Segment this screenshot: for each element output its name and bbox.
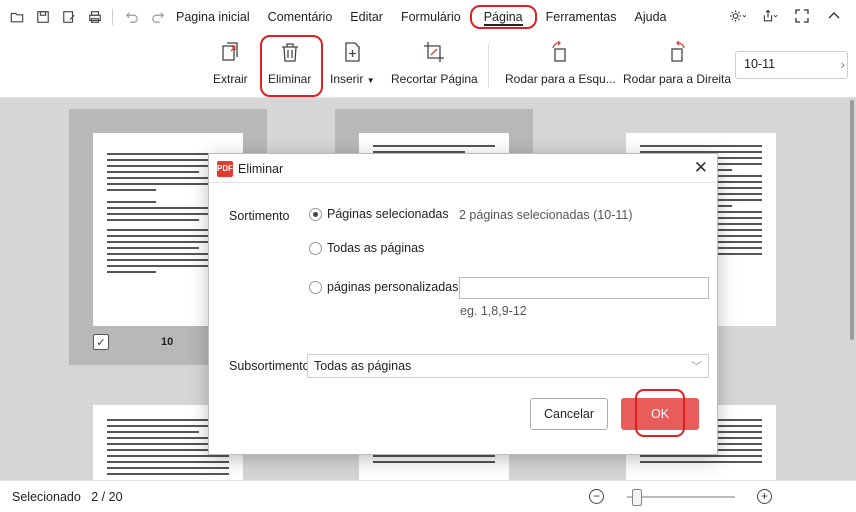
dialog-titlebar: PDF Eliminar ✕ xyxy=(209,154,717,183)
vertical-scrollbar[interactable] xyxy=(850,100,854,340)
extrair-button[interactable]: Extrair xyxy=(213,40,248,86)
selection-current: 2 xyxy=(91,490,99,504)
selection-total: 20 xyxy=(108,490,123,504)
rodar-esquerda-label: Rodar para a Esqu... xyxy=(505,72,616,86)
statusbar: Selecionado 2 / 20 − + xyxy=(0,480,856,512)
cancel-button[interactable]: Cancelar xyxy=(530,398,608,430)
extract-icon xyxy=(218,40,242,64)
inserir-text: Inserir xyxy=(330,72,364,86)
separator xyxy=(112,9,113,25)
menu-ferramentas[interactable]: Ferramentas xyxy=(539,7,624,27)
window-controls xyxy=(730,8,842,27)
chevron-down-icon: ﹀ xyxy=(691,361,702,373)
subsortimento-select[interactable]: Todas as páginas ﹀ xyxy=(307,354,709,378)
crop-icon xyxy=(422,40,446,64)
open-folder-icon[interactable] xyxy=(10,10,24,24)
dialog-title: Eliminar xyxy=(238,162,284,176)
recortar-pagina-button[interactable]: Recortar Página xyxy=(391,40,478,86)
rotate-left-icon xyxy=(548,40,572,64)
ok-highlight xyxy=(635,389,685,437)
selected-pages-info: 2 páginas selecionadas (10-11) xyxy=(459,208,633,222)
fullscreen-icon[interactable] xyxy=(794,8,810,27)
zoom-slider-track[interactable] xyxy=(627,496,735,498)
page-checkbox[interactable]: ✓ xyxy=(93,334,109,350)
recortar-label: Recortar Página xyxy=(391,72,478,86)
theme-icon[interactable] xyxy=(730,8,747,27)
app-logo-icon: PDF xyxy=(217,161,233,177)
close-icon[interactable]: ✕ xyxy=(694,158,708,178)
todas-paginas-label[interactable]: Todas as páginas xyxy=(327,241,424,255)
menu-ajuda[interactable]: Ajuda xyxy=(628,7,674,27)
zoom-in-icon[interactable]: + xyxy=(757,489,772,504)
zoom-out-icon[interactable]: − xyxy=(589,489,604,504)
menu-pagina-inicial[interactable]: Pagina inicial xyxy=(169,7,257,27)
subsortimento-value: Todas as páginas xyxy=(314,359,412,373)
rodar-direita-button[interactable]: Rodar para a Direita xyxy=(623,40,731,86)
zoom-slider-thumb[interactable] xyxy=(632,489,642,506)
collapse-ribbon-icon[interactable] xyxy=(826,8,842,27)
paginas-selecionadas-label[interactable]: Páginas selecionadas xyxy=(327,207,449,221)
selection-status: Selecionado 2 / 20 xyxy=(12,490,123,504)
rodar-esquerda-button[interactable]: Rodar para a Esqu... xyxy=(505,40,616,86)
radio-paginas-selecionadas[interactable] xyxy=(309,208,322,221)
selection-label: Selecionado xyxy=(12,490,81,504)
radio-todas-paginas[interactable] xyxy=(309,242,322,255)
ribbon-toolbar: Extrair Eliminar Inserir ▼ Recortar Pági… xyxy=(0,34,856,98)
subsortimento-label: Subsortimento xyxy=(229,359,310,373)
page-range-value: 10-11 xyxy=(744,57,776,71)
menu-comentario[interactable]: Comentário xyxy=(261,7,340,27)
menu-pagina[interactable]: Página xyxy=(469,5,537,29)
rodar-direita-label: Rodar para a Direita xyxy=(623,72,732,86)
share-icon[interactable] xyxy=(762,8,778,27)
paginas-personalizadas-label[interactable]: páginas personalizadas xyxy=(327,280,458,294)
eliminar-highlight xyxy=(260,35,323,97)
chevron-right-icon[interactable]: › xyxy=(840,56,845,72)
radio-paginas-personalizadas[interactable] xyxy=(309,281,322,294)
eliminar-dialog: PDF Eliminar ✕ Sortimento Páginas seleci… xyxy=(208,153,718,455)
inserir-button[interactable]: Inserir ▼ xyxy=(330,40,375,86)
sortimento-label: Sortimento xyxy=(229,209,290,223)
redo-icon[interactable] xyxy=(151,10,165,24)
save-as-icon[interactable] xyxy=(62,10,76,24)
selection-separator: / xyxy=(101,490,106,504)
custom-pages-hint: eg. 1,8,9-12 xyxy=(460,304,527,318)
extrair-label: Extrair xyxy=(213,72,248,86)
dropdown-arrow-icon: ▼ xyxy=(366,76,375,85)
menubar: Pagina inicial Comentário Editar Formulá… xyxy=(0,0,856,34)
rotate-right-icon xyxy=(665,40,689,64)
print-icon[interactable] xyxy=(88,10,102,24)
page-range-input[interactable]: 10-11 › xyxy=(735,51,848,79)
insert-page-icon xyxy=(340,40,364,64)
custom-pages-input[interactable] xyxy=(459,277,709,299)
menu-pagina-label: Página xyxy=(483,10,523,26)
menu-editar[interactable]: Editar xyxy=(343,7,390,27)
page-number-label: 10 xyxy=(161,336,174,348)
undo-icon[interactable] xyxy=(125,10,139,24)
menu-formulario[interactable]: Formulário xyxy=(394,7,468,27)
ribbon-separator xyxy=(488,44,489,88)
inserir-label: Inserir ▼ xyxy=(330,72,375,86)
save-icon[interactable] xyxy=(36,10,50,24)
